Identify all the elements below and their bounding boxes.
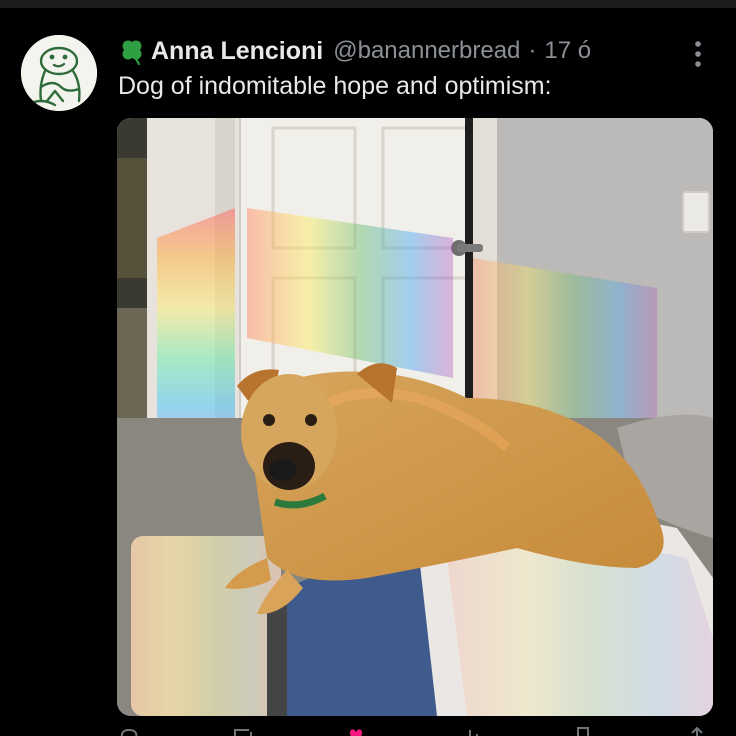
share-icon[interactable] [686, 726, 708, 736]
dog-rainbow-photo [117, 118, 713, 716]
window-top-edge [0, 0, 736, 8]
more-options-icon[interactable] [684, 36, 712, 72]
separator-dot: · [528, 37, 537, 64]
tweet-card[interactable]: Anna Lencioni @banannerbread · 17 ó Dog … [0, 8, 736, 736]
repost-icon[interactable] [232, 726, 254, 736]
tweet-timestamp[interactable]: 17 ó [544, 37, 591, 65]
user-avatar[interactable] [21, 35, 97, 111]
user-handle[interactable]: @banannerbread [333, 37, 520, 65]
tweet-action-bar [118, 726, 708, 736]
bookmark-icon[interactable] [572, 726, 594, 736]
display-name[interactable]: Anna Lencioni [151, 37, 323, 66]
views-icon[interactable] [459, 726, 481, 736]
tweet-header: Anna Lencioni @banannerbread · 17 ó [118, 34, 591, 68]
tweet-photo[interactable] [117, 118, 713, 716]
tweet-body-text: Dog of indomitable hope and optimism: [118, 72, 552, 100]
four-leaf-clover-icon [122, 40, 142, 65]
avatar-drawing [21, 35, 97, 111]
reply-icon[interactable] [118, 726, 140, 736]
like-icon[interactable] [345, 726, 367, 736]
